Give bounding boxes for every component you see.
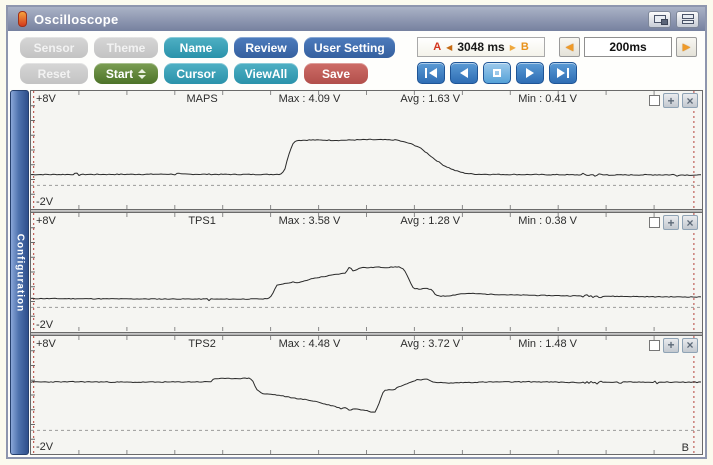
cursor-a-label: A — [433, 41, 441, 53]
cursor-a-arrow-icon: ◀ — [446, 43, 452, 52]
interval-next-button[interactable]: ▶ — [676, 37, 697, 57]
channel-max: Max : 3.58 V — [279, 215, 341, 227]
review-button[interactable]: Review — [234, 37, 298, 58]
start-button-label: Start — [106, 67, 133, 81]
cursor-b-label: B — [521, 41, 529, 53]
skip-end-button[interactable] — [549, 62, 577, 84]
skip-end-icon — [557, 68, 565, 78]
y-max-label: +8V — [36, 215, 56, 227]
display-capture-icon — [654, 15, 666, 23]
configuration-tab-label: Configuration — [14, 233, 25, 312]
scope-panel-maps: +8V MAPS Max : 4.09 V Avg : 1.63 V Min :… — [31, 91, 702, 209]
start-spinner-icon — [138, 69, 146, 79]
channel-min: Min : 0.41 V — [518, 93, 577, 105]
channel-max: Max : 4.09 V — [279, 93, 341, 105]
toolbar: Sensor Theme Name Review User Setting Re… — [8, 31, 705, 89]
scope-panel-tps1: +8V TPS1 Max : 3.58 V Avg : 1.28 V Min :… — [31, 213, 702, 331]
channel-name: MAPS — [187, 93, 218, 105]
skip-start-icon — [429, 68, 437, 78]
y-min-label: -2V — [36, 319, 53, 331]
titlebar: Oscilloscope — [8, 7, 705, 31]
reset-button[interactable]: Reset — [20, 63, 88, 84]
start-button[interactable]: Start — [94, 63, 158, 84]
cursor-b-arrow-icon: ▶ — [510, 43, 516, 52]
save-button[interactable]: Save — [304, 63, 368, 84]
skip-start-button[interactable] — [417, 62, 445, 84]
channel-avg: Avg : 1.63 V — [400, 93, 460, 105]
step-back-icon — [460, 68, 468, 78]
channel-close-button[interactable]: × — [682, 215, 698, 230]
channel-checkbox[interactable] — [649, 217, 660, 228]
play-button[interactable] — [516, 62, 544, 84]
channel-close-button[interactable]: × — [682, 93, 698, 108]
channel-avg: Avg : 1.28 V — [400, 215, 460, 227]
oscilloscope-window: Oscilloscope Sensor Theme Name Review Us… — [6, 5, 707, 459]
theme-button[interactable]: Theme — [94, 37, 158, 58]
y-max-label: +8V — [36, 93, 56, 105]
app-icon — [18, 11, 27, 27]
play-icon — [526, 68, 534, 78]
channel-name: TPS2 — [188, 338, 216, 350]
channel-avg: Avg : 3.72 V — [400, 338, 460, 350]
channel-min: Min : 0.38 V — [518, 215, 577, 227]
window-title: Oscilloscope — [34, 12, 119, 27]
channel-checkbox[interactable] — [649, 95, 660, 106]
cursor-b-tag: B — [682, 442, 689, 454]
sensor-button[interactable]: Sensor — [20, 37, 88, 58]
ab-range-field[interactable]: A ◀ 3048 ms ▶ B — [417, 37, 545, 57]
ab-range-value: 3048 ms — [457, 40, 504, 54]
channel-close-button[interactable]: × — [682, 338, 698, 353]
main-area: Configuration +8V MAPS Max : 4.09 V Avg … — [8, 89, 705, 457]
stop-icon — [493, 69, 501, 77]
scope-panel-tps2: +8V TPS2 Max : 4.48 V Avg : 3.72 V Min :… — [31, 336, 702, 454]
channel-min: Min : 1.48 V — [518, 338, 577, 350]
y-max-label: +8V — [36, 338, 56, 350]
tile-windows-button[interactable] — [676, 11, 699, 28]
channel-zoom-button[interactable]: + — [663, 93, 679, 108]
channel-zoom-button[interactable]: + — [663, 338, 679, 353]
cursor-button[interactable]: Cursor — [164, 63, 228, 84]
y-min-label: -2V — [36, 441, 53, 453]
user-setting-button[interactable]: User Setting — [304, 37, 395, 58]
channel-name: TPS1 — [188, 215, 216, 227]
y-min-label: -2V — [36, 196, 53, 208]
name-button[interactable]: Name — [164, 37, 228, 58]
tile-windows-icon — [682, 14, 694, 24]
waveform-plot — [31, 336, 702, 454]
interval-prev-button[interactable]: ◀ — [559, 37, 580, 57]
display-capture-button[interactable] — [648, 11, 671, 28]
viewall-button[interactable]: ViewAll — [234, 63, 298, 84]
channel-checkbox[interactable] — [649, 340, 660, 351]
configuration-tab[interactable]: Configuration — [10, 90, 29, 455]
scope-panels: +8V MAPS Max : 4.09 V Avg : 1.63 V Min :… — [30, 90, 703, 455]
stop-button[interactable] — [483, 62, 511, 84]
waveform-plot — [31, 91, 702, 209]
channel-zoom-button[interactable]: + — [663, 215, 679, 230]
interval-field[interactable]: 200ms — [584, 37, 672, 57]
waveform-plot — [31, 213, 702, 331]
step-back-button[interactable] — [450, 62, 478, 84]
channel-max: Max : 4.48 V — [279, 338, 341, 350]
